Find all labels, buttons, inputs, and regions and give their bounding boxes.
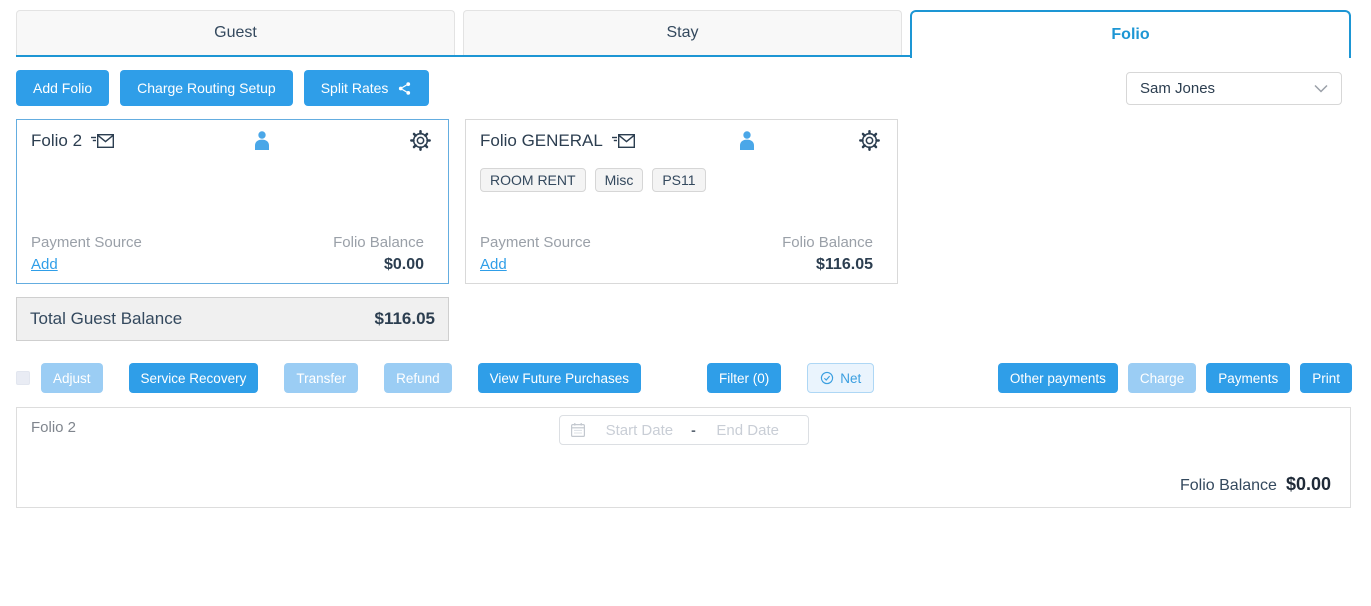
add-payment-source-link[interactable]: Add — [480, 256, 507, 273]
tab-stay[interactable]: Stay — [463, 10, 902, 55]
folio-detail-panel: Folio 2 - Folio Balance $0.00 — [16, 407, 1351, 508]
guest-person-icon[interactable] — [253, 130, 271, 151]
total-guest-balance-value: $116.05 — [374, 309, 435, 329]
actions-right-group: Other payments Charge Payments Print — [998, 363, 1352, 393]
other-payments-button[interactable]: Other payments — [998, 363, 1118, 393]
check-circle-icon — [820, 371, 834, 385]
tag-ps11: PS11 — [652, 168, 705, 192]
start-date-input[interactable] — [590, 422, 690, 439]
chevron-down-icon — [1314, 84, 1328, 93]
add-folio-button[interactable]: Add Folio — [16, 70, 109, 106]
payment-source-label: Payment Source — [31, 234, 142, 251]
refund-button: Refund — [384, 363, 452, 393]
end-date-input[interactable] — [698, 422, 798, 439]
guest-selector-value: Sam Jones — [1140, 80, 1314, 97]
guest-selector-dropdown[interactable]: Sam Jones — [1126, 72, 1342, 105]
send-email-icon[interactable] — [91, 133, 115, 149]
tab-bar: Guest Stay Folio — [16, 10, 1351, 58]
date-range-separator: - — [689, 422, 698, 438]
select-all-checkbox[interactable] — [16, 371, 30, 385]
split-rates-button[interactable]: Split Rates — [304, 70, 430, 106]
folio-page: Guest Stay Folio Add Folio Charge Routin… — [0, 0, 1371, 606]
tab-guest[interactable]: Guest — [16, 10, 455, 55]
charge-button: Charge — [1128, 363, 1196, 393]
service-recovery-button[interactable]: Service Recovery — [129, 363, 259, 393]
folio-balance-label: Folio Balance — [782, 234, 873, 251]
payments-button[interactable]: Payments — [1206, 363, 1290, 393]
detail-folio-balance-label: Folio Balance — [1180, 477, 1277, 495]
tag-room-rent: ROOM RENT — [480, 168, 586, 192]
folio-actions-row: Adjust Service Recovery Transfer Refund … — [16, 363, 1352, 393]
total-guest-balance-label: Total Guest Balance — [30, 309, 182, 329]
folio-balance-label: Folio Balance — [333, 234, 424, 251]
folio-card-footer: Payment Source Add Folio Balance $116.05 — [480, 234, 873, 274]
total-guest-balance-bar: Total Guest Balance $116.05 — [16, 297, 449, 341]
tag-misc: Misc — [595, 168, 644, 192]
detail-panel-balance: Folio Balance $0.00 — [1180, 474, 1331, 495]
send-email-icon[interactable] — [612, 133, 636, 149]
folio-balance-value: $116.05 — [782, 256, 873, 274]
net-toggle-button[interactable]: Net — [807, 363, 874, 393]
folio-card-footer: Payment Source Add Folio Balance $0.00 — [31, 234, 424, 274]
adjust-button: Adjust — [41, 363, 103, 393]
view-future-purchases-button[interactable]: View Future Purchases — [478, 363, 641, 393]
calendar-icon — [570, 422, 586, 438]
filter-button[interactable]: Filter (0) — [707, 363, 781, 393]
split-rates-label: Split Rates — [321, 80, 389, 96]
folio-toolbar: Add Folio Charge Routing Setup Split Rat… — [16, 70, 1351, 106]
guest-person-icon[interactable] — [738, 130, 756, 151]
add-payment-source-link[interactable]: Add — [31, 256, 58, 273]
date-range-picker[interactable]: - — [559, 415, 809, 445]
folio-card-general[interactable]: Folio GENERAL — [465, 119, 898, 284]
charge-routing-tags: ROOM RENT Misc PS11 — [480, 168, 883, 192]
detail-panel-folio-title: Folio 2 — [31, 419, 76, 436]
folio-card-title: Folio GENERAL — [480, 131, 603, 151]
folio-card-title: Folio 2 — [31, 131, 82, 151]
folio-card-2[interactable]: Folio 2 — [16, 119, 449, 284]
net-label: Net — [840, 371, 861, 386]
folio-cards: Folio 2 — [16, 119, 898, 284]
detail-folio-balance-value: $0.00 — [1286, 474, 1331, 495]
gear-icon[interactable] — [409, 129, 432, 152]
tab-folio[interactable]: Folio — [910, 10, 1351, 58]
payment-source-label: Payment Source — [480, 234, 591, 251]
print-button[interactable]: Print — [1300, 363, 1352, 393]
charge-routing-setup-button[interactable]: Charge Routing Setup — [120, 70, 293, 106]
transfer-button: Transfer — [284, 363, 358, 393]
share-icon — [397, 81, 412, 96]
folio-card-head: Folio GENERAL — [480, 120, 883, 152]
folio-balance-value: $0.00 — [333, 256, 424, 274]
actions-left-group: Adjust Service Recovery Transfer Refund … — [41, 363, 874, 393]
folio-card-head: Folio 2 — [31, 120, 434, 152]
gear-icon[interactable] — [858, 129, 881, 152]
